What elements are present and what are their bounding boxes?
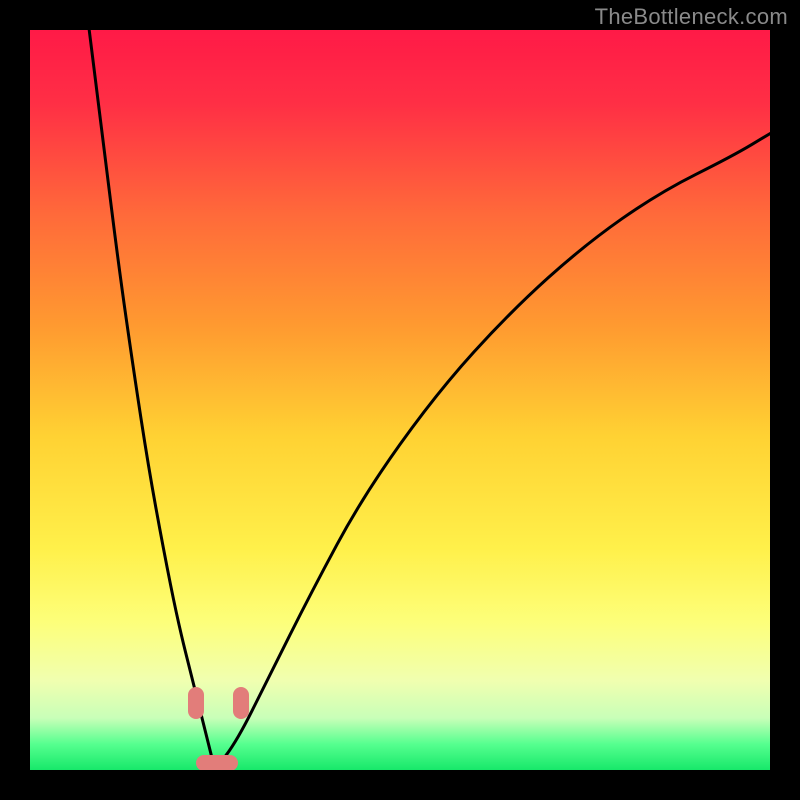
plot-area: [30, 30, 770, 770]
marker-bottom-min: [196, 755, 238, 770]
watermark-text: TheBottleneck.com: [595, 4, 788, 30]
marker-right-enter-green: [233, 687, 249, 719]
marker-left-enter-green: [188, 687, 204, 719]
background-gradient: [30, 30, 770, 770]
outer-black-frame: TheBottleneck.com: [0, 0, 800, 800]
